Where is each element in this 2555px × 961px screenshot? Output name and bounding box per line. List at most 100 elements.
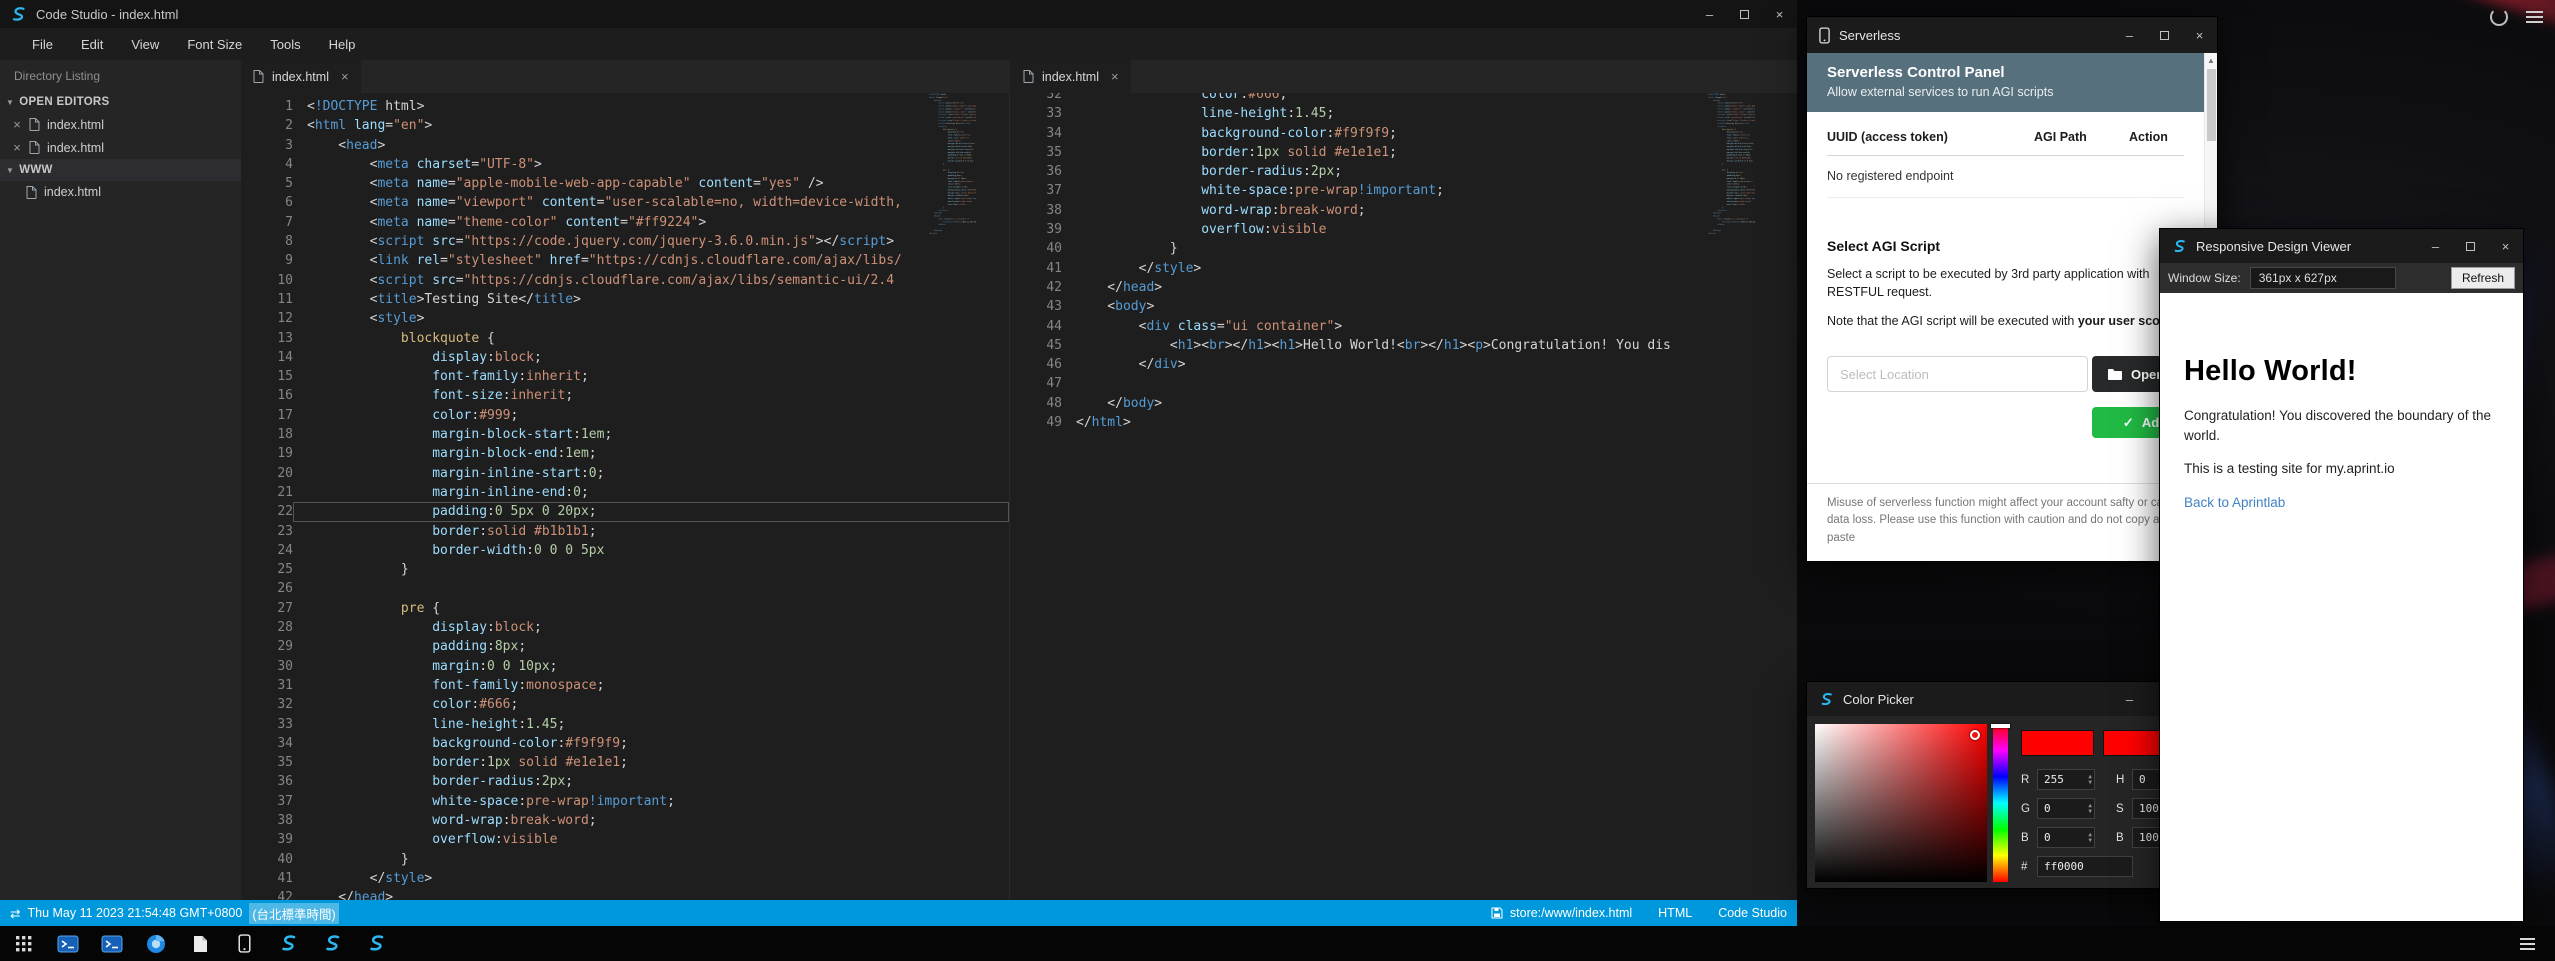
code-line[interactable]: 19 margin-block-end:1em;: [241, 444, 1009, 463]
taskbar-code-studio-icon[interactable]: [320, 932, 344, 956]
code-line[interactable]: 34 background-color:#f9f9f9;: [1010, 124, 1797, 143]
menu-item-file[interactable]: File: [18, 28, 67, 60]
taskbar-terminal-icon[interactable]: [56, 932, 80, 956]
menu-item-view[interactable]: View: [117, 28, 173, 60]
back-to-aprintlab-link[interactable]: Back to Aprintlab: [2184, 495, 2285, 510]
code-line[interactable]: 40 }: [1010, 239, 1797, 258]
code-line[interactable]: 28 display:block;: [241, 618, 1009, 637]
code-line[interactable]: 27 pre {: [241, 599, 1009, 618]
code-line[interactable]: 17 color:#999;: [241, 406, 1009, 425]
color-cursor-icon[interactable]: [1970, 730, 1980, 740]
minimize-button[interactable]: –: [2418, 229, 2453, 263]
taskbar-menu-icon[interactable]: [2520, 938, 2535, 950]
code-line[interactable]: 37 white-space:pre-wrap!important;: [1010, 181, 1797, 200]
code-line[interactable]: 37 white-space:pre-wrap!important;: [241, 792, 1009, 811]
section-open-editors[interactable]: ▼ OPEN EDITORS: [0, 91, 241, 113]
stepper-icons[interactable]: ▲▼: [2088, 828, 2092, 847]
stepper-icons[interactable]: ▲▼: [2088, 799, 2092, 818]
code-line[interactable]: 31 font-family:monospace;: [241, 676, 1009, 695]
app-minimize-button[interactable]: –: [1692, 0, 1727, 28]
taskbar-browser-icon[interactable]: [144, 932, 168, 956]
sync-icon[interactable]: ⇄: [10, 906, 20, 921]
code-line[interactable]: 12 <style>: [241, 309, 1009, 328]
code-line[interactable]: 8 <script src="https://code.jquery.com/j…: [241, 232, 1009, 251]
minimize-button[interactable]: –: [2112, 17, 2147, 53]
close-icon[interactable]: ×: [12, 117, 22, 132]
maximize-button[interactable]: [2453, 229, 2488, 263]
code-line[interactable]: 36 border-radius:2px;: [241, 772, 1009, 791]
serverless-title-bar[interactable]: Serverless – ×: [1807, 17, 2217, 53]
code-line[interactable]: 11 <title>Testing Site</title>: [241, 290, 1009, 309]
code-line[interactable]: 42 </head>: [241, 888, 1009, 900]
taskbar-file-icon[interactable]: [188, 932, 212, 956]
color-value-input[interactable]: 0▲▼: [2037, 827, 2095, 848]
section-www[interactable]: ▼ WWW: [0, 159, 241, 181]
scrollbar-thumb[interactable]: [2207, 69, 2216, 141]
file-tree-item[interactable]: index.html: [0, 181, 241, 203]
code-line[interactable]: 23 border:solid #b1b1b1;: [241, 522, 1009, 541]
code-line[interactable]: 45 <h1><br></h1><h1>Hello World!<br></h1…: [1010, 336, 1797, 355]
window-size-input[interactable]: [2250, 267, 2396, 289]
minimap[interactable]: <!DOCTYPE html><html lang="en"> <head> <…: [929, 93, 976, 263]
minimize-button[interactable]: –: [2112, 682, 2147, 716]
code-line[interactable]: 9 <link rel="stylesheet" href="https://c…: [241, 251, 1009, 270]
code-line[interactable]: 46 </div>: [1010, 355, 1797, 374]
code-line[interactable]: 1<!DOCTYPE html>: [241, 97, 1009, 116]
taskbar-phone-icon[interactable]: [232, 932, 256, 956]
code-line[interactable]: 41 </style>: [1010, 259, 1797, 278]
desktop-menu-icon[interactable]: [2526, 11, 2543, 23]
hex-value-input[interactable]: ff0000: [2037, 856, 2133, 877]
code-line[interactable]: 15 font-family:inherit;: [241, 367, 1009, 386]
code-line[interactable]: 18 margin-block-start:1em;: [241, 425, 1009, 444]
hue-handle[interactable]: [1991, 724, 2010, 728]
menu-item-help[interactable]: Help: [315, 28, 370, 60]
code-line[interactable]: 25 }: [241, 560, 1009, 579]
code-line[interactable]: 16 font-size:inherit;: [241, 386, 1009, 405]
code-line[interactable]: 35 border:1px solid #e1e1e1;: [241, 753, 1009, 772]
taskbar-terminal-icon[interactable]: [100, 932, 124, 956]
taskbar-code-studio-icon[interactable]: [276, 932, 300, 956]
code-line[interactable]: 40 }: [241, 850, 1009, 869]
code-line[interactable]: 29 padding:8px;: [241, 637, 1009, 656]
color-value-input[interactable]: 255▲▼: [2037, 769, 2095, 790]
app-restore-button[interactable]: [1727, 0, 1762, 28]
code-line[interactable]: 35 border:1px solid #e1e1e1;: [1010, 143, 1797, 162]
code-line[interactable]: 42 </head>: [1010, 278, 1797, 297]
code-line[interactable]: 44 <div class="ui container">: [1010, 317, 1797, 336]
minimap[interactable]: <!DOCTYPE html><html lang="en"> <head> <…: [1708, 93, 1755, 263]
code-line[interactable]: 30 margin:0 0 10px;: [241, 657, 1009, 676]
code-line[interactable]: 10 <script src="https://cdnjs.cloudflare…: [241, 271, 1009, 290]
code-line[interactable]: 24 border-width:0 0 0 5px: [241, 541, 1009, 560]
saturation-value-field[interactable]: [1815, 724, 1987, 882]
code-line[interactable]: 32 color:#666;: [241, 695, 1009, 714]
menu-item-font-size[interactable]: Font Size: [173, 28, 256, 60]
editor-pane-left[interactable]: 1<!DOCTYPE html>2<html lang="en">3 <head…: [241, 93, 1010, 900]
code-line[interactable]: 39 overflow:visible: [1010, 220, 1797, 239]
open-editor-item[interactable]: ×index.html: [0, 136, 241, 159]
code-line[interactable]: 41 </style>: [241, 869, 1009, 888]
code-line[interactable]: 3 <head>: [241, 136, 1009, 155]
app-title-bar[interactable]: Code Studio - index.html – ×: [0, 0, 1797, 28]
taskbar-apps-grid-icon[interactable]: [12, 932, 36, 956]
menu-item-tools[interactable]: Tools: [256, 28, 314, 60]
code-line[interactable]: 49</html>: [1010, 413, 1797, 432]
status-file[interactable]: store:/www/index.html: [1491, 906, 1632, 920]
app-close-button[interactable]: ×: [1762, 0, 1797, 28]
color-picker-title-bar[interactable]: Color Picker – ×: [1807, 682, 2217, 716]
refresh-button[interactable]: Refresh: [2451, 267, 2515, 289]
tab-close-icon[interactable]: ×: [341, 69, 349, 84]
code-line[interactable]: 2<html lang="en">: [241, 116, 1009, 135]
code-line[interactable]: 22 padding:0 5px 0 20px;: [241, 502, 1009, 521]
code-line[interactable]: 36 border-radius:2px;: [1010, 162, 1797, 181]
code-line[interactable]: 4 <meta charset="UTF-8">: [241, 155, 1009, 174]
code-line[interactable]: 26: [241, 579, 1009, 598]
tab-index-html-left[interactable]: index.html ×: [241, 60, 361, 93]
status-language[interactable]: HTML: [1658, 906, 1692, 920]
code-line[interactable]: 39 overflow:visible: [241, 830, 1009, 849]
close-button[interactable]: ×: [2182, 17, 2217, 53]
menu-item-edit[interactable]: Edit: [67, 28, 117, 60]
close-icon[interactable]: ×: [12, 140, 22, 155]
editor-pane-right[interactable]: 32 color:#666;33 line-height:1.45;34 bac…: [1010, 93, 1797, 900]
code-line[interactable]: 21 margin-inline-end:0;: [241, 483, 1009, 502]
code-line[interactable]: 47: [1010, 374, 1797, 393]
